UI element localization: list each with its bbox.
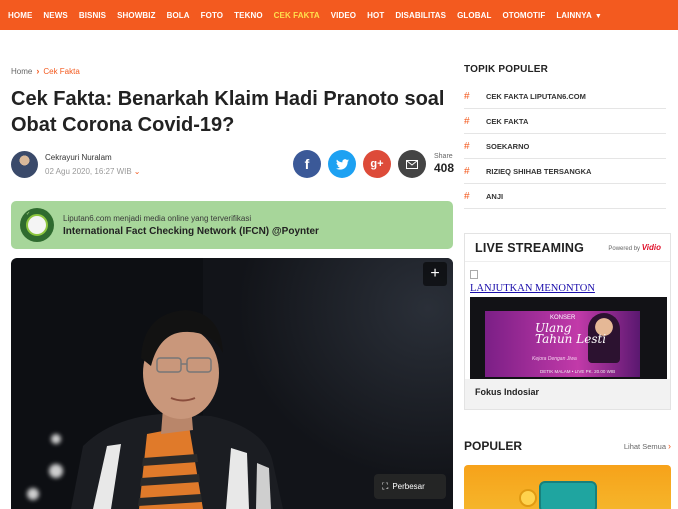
badge-inner	[26, 214, 48, 236]
ifcn-text: Liputan6.com menjadi media online yang t…	[63, 214, 319, 237]
nav-otomotif[interactable]: OTOMOTIF	[502, 11, 545, 20]
nav-home[interactable]: HOME	[8, 11, 32, 20]
thumbnail-title: Ulang Tahun Lesti	[535, 322, 607, 346]
facebook-share-button[interactable]: f	[293, 150, 321, 178]
share-number: 408	[434, 161, 455, 175]
nav-bisnis[interactable]: BISNIS	[79, 11, 106, 20]
breadcrumb: Home › Cek Fakta	[11, 66, 80, 76]
nav-lainnya-label: LAINNYA	[556, 10, 592, 20]
plus-icon: +	[430, 265, 440, 282]
thumbnail-title-2: Tahun	[535, 332, 573, 346]
live-streaming-title: LIVE STREAMING	[475, 240, 585, 255]
nav-disabilitas[interactable]: DISABILITAS	[395, 11, 446, 20]
ifcn-banner[interactable]: ✓ Liputan6.com menjadi media online yang…	[11, 201, 453, 249]
nav-lainnya[interactable]: LAINNYA ▼	[556, 11, 602, 20]
phone-illustration	[539, 481, 597, 509]
nav-news[interactable]: NEWS	[43, 11, 67, 20]
publish-date[interactable]: 02 Agu 2020, 16:27 WIB ⌄	[45, 167, 140, 176]
hashtag-icon: #	[464, 90, 470, 102]
live-streaming-header: LIVE STREAMING Powered by Vidio	[465, 234, 670, 262]
hero-image[interactable]: + ⛶ Perbesar	[11, 258, 453, 509]
coin-illustration	[519, 489, 537, 507]
google-plus-share-button[interactable]: g+	[363, 150, 391, 178]
facebook-icon: f	[304, 156, 310, 172]
expand-plus-button[interactable]: +	[423, 262, 447, 286]
breadcrumb-current[interactable]: Cek Fakta	[43, 67, 79, 76]
live-stream-thumbnail[interactable]: KONSER Ulang Tahun Lesti Kejora Dengan Ji…	[470, 297, 667, 379]
thumbnail-subtitle: Kejora Dengan Jiwa	[532, 356, 577, 362]
nav-foto[interactable]: FOTO	[201, 11, 223, 20]
nav-cek-fakta[interactable]: CEK FAKTA	[274, 11, 320, 20]
topic-item[interactable]: # SOEKARNO	[464, 134, 666, 159]
nav-bola[interactable]: BOLA	[167, 11, 190, 20]
hashtag-icon: #	[464, 140, 470, 152]
powered-by: Powered by Vidio	[608, 243, 661, 252]
share-bar: f g+ Share 408	[293, 150, 454, 178]
nav-hot[interactable]: HOT	[367, 11, 384, 20]
hashtag-icon: #	[464, 115, 470, 127]
enlarge-button[interactable]: ⛶ Perbesar	[374, 474, 446, 499]
powered-by-label: Powered by	[608, 246, 641, 252]
page-title: Cek Fakta: Benarkah Klaim Hadi Pranoto s…	[11, 88, 445, 136]
nav-showbiz[interactable]: SHOWBIZ	[117, 11, 155, 20]
author-name[interactable]: Cekrayuri Nuralam	[45, 153, 140, 162]
chevron-down-icon: ⌄	[133, 167, 141, 176]
badge-tag: ✓	[26, 211, 31, 217]
person-photo	[71, 310, 283, 509]
author-block: Cekrayuri Nuralam 02 Agu 2020, 16:27 WIB…	[11, 151, 140, 178]
nav-global[interactable]: GLOBAL	[457, 11, 491, 20]
see-all-label: Lihat Semua	[623, 442, 666, 451]
mail-share-button[interactable]	[398, 150, 426, 178]
thumbnail-schedule: DETIK MALAM • LIVE PK. 20.00 WIB	[540, 369, 616, 374]
see-all-link[interactable]: Lihat Semua ›	[624, 441, 671, 451]
ifcn-line-2: International Fact Checking Network (IFC…	[63, 225, 319, 237]
topic-label: RIZIEQ SHIHAB TERSANGKA	[486, 166, 592, 176]
vidio-logo[interactable]: Vidio	[642, 243, 661, 252]
topic-label: ANJI	[486, 191, 504, 201]
expand-icon: ⛶	[382, 481, 389, 491]
topik-populer-title: TOPIK POPULER	[464, 64, 549, 75]
twitter-icon	[335, 158, 349, 170]
hashtag-icon: #	[464, 190, 470, 202]
author-meta: Cekrayuri Nuralam 02 Agu 2020, 16:27 WIB…	[45, 153, 140, 176]
live-caption[interactable]: Fokus Indosiar	[475, 387, 539, 397]
continue-watching-link[interactable]: LANJUTKAN MENONTON	[470, 283, 595, 294]
hashtag-icon: #	[464, 165, 470, 177]
populer-thumbnail[interactable]	[464, 465, 671, 509]
live-streaming-widget: LIVE STREAMING Powered by Vidio LANJUTKA…	[464, 233, 671, 410]
twitter-share-button[interactable]	[328, 150, 356, 178]
chevron-right-icon: ›	[668, 441, 671, 451]
topic-label: SOEKARNO	[486, 141, 530, 151]
topic-list: # CEK FAKTA LIPUTAN6.COM # CEK FAKTA # SOEK…	[464, 84, 666, 209]
topic-label: CEK FAKTA	[486, 116, 529, 126]
nav-tekno[interactable]: TEKNO	[234, 11, 263, 20]
ifcn-badge-icon: ✓	[20, 208, 54, 242]
nav-video[interactable]: VIDEO	[331, 11, 356, 20]
share-label: Share	[434, 153, 453, 160]
mail-icon	[406, 159, 418, 169]
topic-label: CEK FAKTA LIPUTAN6.COM	[486, 91, 586, 101]
topic-item[interactable]: # ANJI	[464, 184, 666, 209]
breadcrumb-home[interactable]: Home	[11, 67, 32, 76]
caret-down-icon: ▼	[594, 12, 602, 20]
populer-title: POPULER	[464, 439, 523, 453]
thumbnail-title-3: Lesti	[576, 332, 607, 346]
topic-item[interactable]: # RIZIEQ SHIHAB TERSANGKA	[464, 159, 666, 184]
top-navigation: HOME NEWS BISNIS SHOWBIZ BOLA FOTO TEKNO…	[0, 0, 678, 30]
topic-item[interactable]: # CEK FAKTA	[464, 109, 666, 134]
google-plus-icon: g+	[370, 158, 384, 170]
topic-item[interactable]: # CEK FAKTA LIPUTAN6.COM	[464, 84, 666, 109]
publish-date-text: 02 Agu 2020, 16:27 WIB	[45, 167, 132, 176]
broken-image-icon	[470, 270, 478, 279]
ifcn-line-1: Liputan6.com menjadi media online yang t…	[63, 213, 252, 223]
share-count: Share 408	[434, 153, 454, 175]
populer-header: POPULER Lihat Semua ›	[464, 439, 671, 453]
chevron-right-icon: ›	[36, 66, 40, 76]
avatar[interactable]	[11, 151, 38, 178]
enlarge-label: Perbesar	[392, 482, 425, 491]
